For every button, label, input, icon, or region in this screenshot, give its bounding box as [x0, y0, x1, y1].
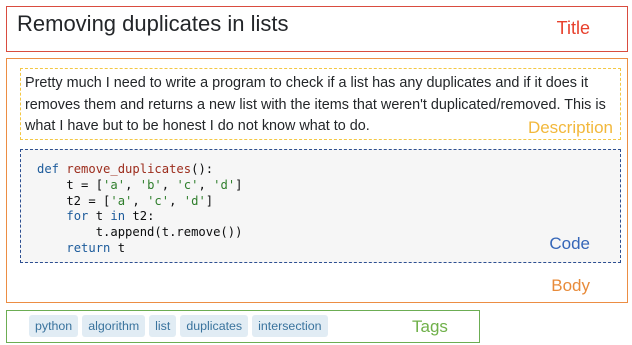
code-line: def remove_duplicates(): [37, 162, 243, 178]
description-region-label: Description [527, 118, 613, 137]
code-line: t.append(t.remove()) [37, 225, 243, 241]
tag-algorithm[interactable]: algorithm [82, 315, 146, 337]
code-token: , [198, 177, 214, 192]
tag-python[interactable]: python [29, 315, 79, 337]
code-token: , [169, 193, 184, 208]
code-token: remove_duplicates [66, 162, 192, 176]
code-token: in [110, 209, 126, 224]
code-token: for [66, 209, 89, 224]
code-token: 'c' [147, 193, 170, 208]
code-token: 'd' [213, 177, 236, 192]
code-token: t [88, 209, 111, 224]
code-block: def remove_duplicates(): t = ['a', 'b', … [37, 162, 243, 257]
title-region-label: Title [556, 18, 590, 38]
body-region-label: Body [551, 276, 590, 295]
code-token: ] [235, 177, 243, 192]
question-description: Pretty much I need to write a program to… [25, 75, 606, 134]
code-token: 'a' [110, 193, 133, 208]
code-token: 'd' [183, 193, 206, 208]
code-region-label: Code [549, 234, 590, 253]
code-token: , [125, 177, 140, 192]
question-title[interactable]: Removing duplicates in lists [17, 11, 288, 37]
code-token: 'c' [176, 177, 199, 192]
tags-region-label: Tags [412, 317, 448, 336]
code-token: , [161, 177, 177, 192]
code-token: (): [191, 162, 214, 176]
code-token: 'a' [103, 177, 126, 192]
code-token: t [110, 240, 126, 255]
code-line: for t in t2: [37, 209, 243, 225]
code-token: t2: [125, 209, 155, 224]
code-token: t.append(t.remove()) [37, 225, 243, 240]
code-line: t = ['a', 'b', 'c', 'd'] [37, 177, 243, 194]
tag-intersection[interactable]: intersection [252, 315, 328, 337]
code-token: return [66, 240, 111, 255]
code-line: t2 = ['a', 'c', 'd'] [37, 194, 243, 210]
tag-list[interactable]: list [149, 315, 177, 337]
code-token: t2 = [ [37, 193, 111, 208]
tag-list: python algorithm list duplicates intersectio… [29, 315, 328, 337]
code-token: ] [205, 193, 214, 208]
code-token: t = [ [37, 177, 104, 192]
tag-duplicates[interactable]: duplicates [180, 315, 249, 337]
code-token: , [132, 193, 148, 208]
code-line: return t [37, 241, 243, 257]
code-token: 'b' [139, 177, 162, 192]
code-token: def [37, 162, 60, 176]
